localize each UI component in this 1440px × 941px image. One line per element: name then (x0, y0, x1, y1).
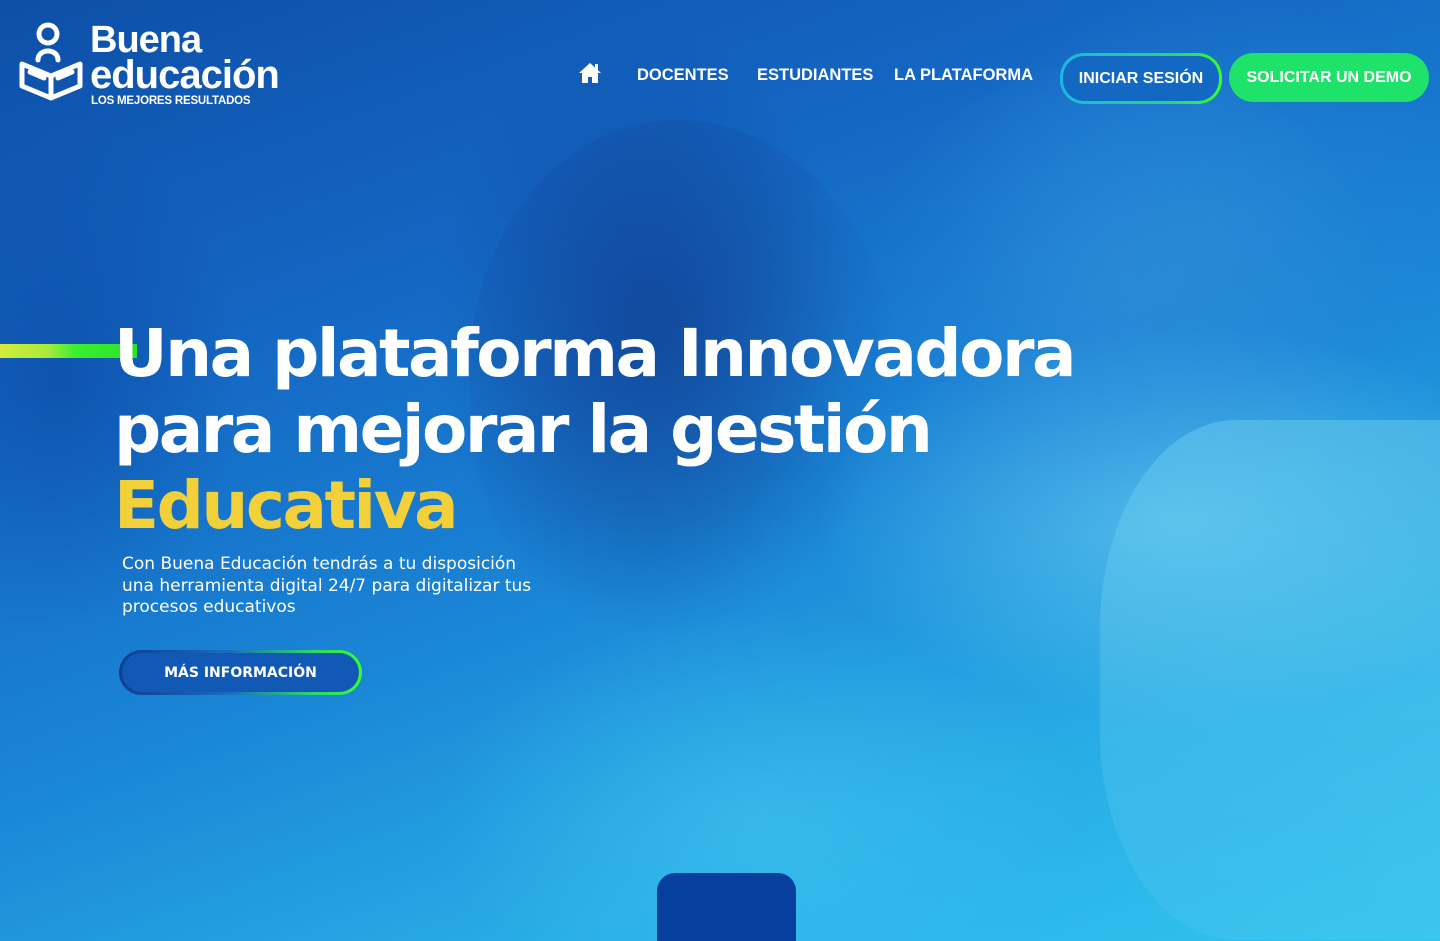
hero-title-highlight: Educativa (114, 467, 459, 544)
book-reader-logo-icon (19, 22, 83, 101)
nav-item-estudiantes[interactable]: ESTUDIANTES (757, 66, 873, 85)
scroll-tab[interactable] (657, 873, 796, 941)
login-button[interactable]: INICIAR SESIÓN (1060, 53, 1222, 104)
brand-tagline: LOS MEJORES RESULTADOS (91, 95, 251, 107)
home-icon-glyph (579, 63, 601, 83)
background-photo-shoulder (1100, 420, 1440, 940)
hero-title-line2: para mejorar la gestión (114, 391, 933, 468)
brand-name-line2: educación (90, 53, 280, 97)
brand-logo[interactable]: Buena educación LOS MEJORES RESULTADOS (18, 20, 308, 112)
home-icon[interactable] (578, 62, 602, 84)
hero-description: Con Buena Educación tendrás a tu disposi… (122, 554, 532, 617)
request-demo-button[interactable]: SOLICITAR UN DEMO (1229, 53, 1429, 102)
more-info-button[interactable]: MÁS INFORMACIÓN (119, 650, 362, 695)
hero-title: Una plataforma Innovadora para mejorar l… (114, 316, 1094, 544)
hero-title-line1: Una plataforma Innovadora (114, 315, 1077, 392)
nav-item-la-plataforma[interactable]: LA PLATAFORMA (894, 66, 1033, 85)
nav-item-docentes[interactable]: DOCENTES (637, 66, 729, 85)
